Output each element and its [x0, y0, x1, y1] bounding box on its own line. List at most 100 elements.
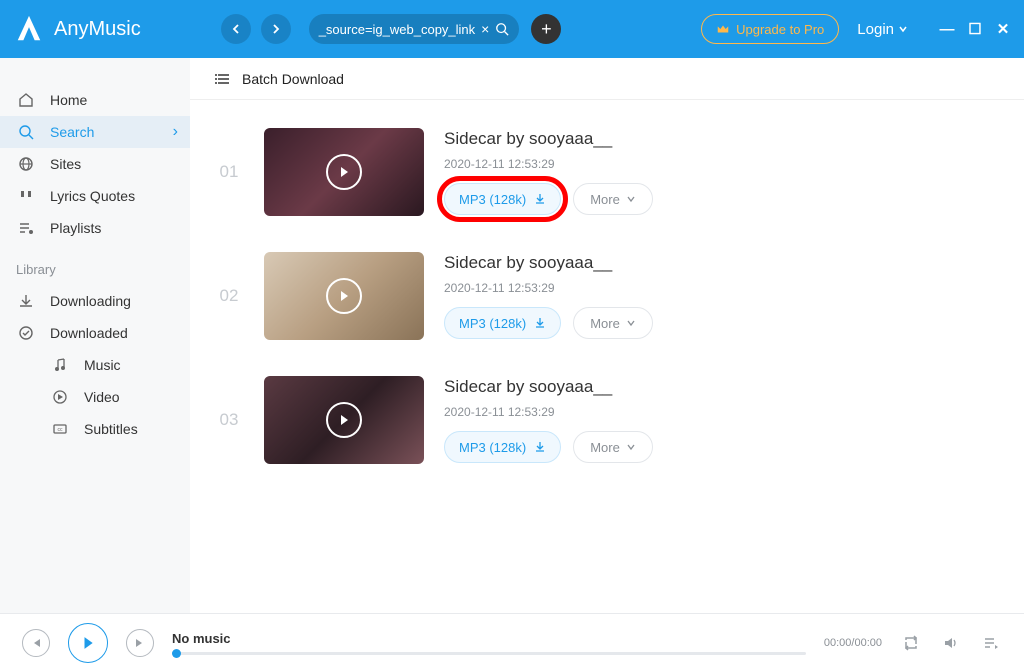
app-name: AnyMusic — [54, 18, 141, 41]
sidebar-item-label: Sites — [50, 156, 81, 172]
sidebar-item-label: Downloaded — [50, 325, 128, 341]
download-icon — [534, 317, 546, 329]
add-button[interactable]: + — [531, 14, 561, 44]
result-title: Sidecar by sooyaaa__ — [444, 377, 1000, 397]
prev-track-button[interactable] — [22, 629, 50, 657]
download-icon — [534, 193, 546, 205]
repeat-button[interactable] — [900, 634, 922, 652]
sidebar-item-downloading[interactable]: Downloading — [0, 285, 190, 317]
sidebar-item-label: Subtitles — [84, 421, 138, 437]
progress-bar[interactable] — [172, 652, 806, 655]
more-button[interactable]: More — [573, 307, 653, 339]
player-time: 00:00/00:00 — [824, 637, 882, 649]
play-overlay-icon — [326, 402, 362, 438]
sidebar-item-search[interactable]: Search — [0, 116, 190, 148]
quote-icon — [16, 186, 36, 206]
globe-icon — [16, 154, 36, 174]
play-overlay-icon — [326, 278, 362, 314]
sidebar-item-label: Music — [84, 357, 121, 373]
titlebar: AnyMusic _source=ig_web_copy_link × + Up… — [0, 0, 1024, 58]
progress-handle[interactable] — [172, 649, 181, 658]
result-title: Sidecar by sooyaaa__ — [444, 253, 1000, 273]
cc-icon: cc — [50, 419, 70, 439]
player-info: No music — [172, 631, 806, 655]
result-title: Sidecar by sooyaaa__ — [444, 129, 1000, 149]
mp3-download-button[interactable]: MP3 (128k) — [444, 183, 561, 215]
chevron-down-icon — [898, 24, 908, 34]
result-date: 2020-12-11 12:53:29 — [444, 281, 1000, 295]
sidebar-item-label: Search — [50, 124, 94, 140]
more-button[interactable]: More — [573, 431, 653, 463]
mp3-download-button[interactable]: MP3 (128k) — [444, 307, 561, 339]
nav-back-button[interactable] — [221, 14, 251, 44]
nav-forward-button[interactable] — [261, 14, 291, 44]
thumbnail[interactable] — [264, 128, 424, 216]
library-section-label: Library — [0, 244, 190, 285]
minimize-button[interactable]: — — [940, 22, 954, 36]
search-icon — [16, 122, 36, 142]
result-row: 01 Sidecar by sooyaaa__ 2020-12-11 12:53… — [214, 110, 1000, 234]
upgrade-button[interactable]: Upgrade to Pro — [701, 14, 839, 44]
login-button[interactable]: Login — [857, 21, 908, 38]
result-date: 2020-12-11 12:53:29 — [444, 157, 1000, 171]
sidebar-item-lyrics[interactable]: Lyrics Quotes — [0, 180, 190, 212]
mp3-download-button[interactable]: MP3 (128k) — [444, 431, 561, 463]
play-overlay-icon — [326, 154, 362, 190]
check-circle-icon — [16, 323, 36, 343]
thumbnail[interactable] — [264, 376, 424, 464]
row-number: 01 — [214, 162, 244, 182]
more-button[interactable]: More — [573, 183, 653, 215]
sidebar-item-sites[interactable]: Sites — [0, 148, 190, 180]
sidebar: Home Search Sites Lyrics Quotes Playlist… — [0, 58, 190, 613]
sidebar-item-label: Lyrics Quotes — [50, 188, 135, 204]
logo-icon — [14, 14, 44, 44]
result-row: 02 Sidecar by sooyaaa__ 2020-12-11 12:53… — [214, 234, 1000, 358]
sidebar-sub-music[interactable]: Music — [0, 349, 190, 381]
close-button[interactable]: ✕ — [996, 22, 1010, 36]
thumbnail[interactable] — [264, 252, 424, 340]
result-row: 03 Sidecar by sooyaaa__ 2020-12-11 12:53… — [214, 358, 1000, 482]
sidebar-item-label: Playlists — [50, 220, 101, 236]
play-button[interactable] — [68, 623, 108, 663]
sidebar-item-playlists[interactable]: Playlists — [0, 212, 190, 244]
download-icon — [16, 291, 36, 311]
next-track-button[interactable] — [126, 629, 154, 657]
window-controls: — ☐ ✕ — [940, 22, 1010, 36]
now-playing-title: No music — [172, 631, 806, 646]
sidebar-item-label: Home — [50, 92, 87, 108]
chevron-down-icon — [626, 318, 636, 328]
home-icon — [16, 90, 36, 110]
sidebar-item-label: Downloading — [50, 293, 131, 309]
chevron-down-icon — [626, 194, 636, 204]
search-text: _source=ig_web_copy_link — [319, 22, 475, 37]
batch-download-bar[interactable]: Batch Download — [190, 58, 1024, 100]
crown-icon — [716, 22, 730, 36]
row-number: 03 — [214, 410, 244, 430]
svg-text:cc: cc — [58, 427, 64, 433]
search-pill[interactable]: _source=ig_web_copy_link × — [309, 14, 520, 44]
player-bar: No music 00:00/00:00 — [0, 613, 1024, 671]
nav-arrows — [221, 14, 291, 44]
volume-button[interactable] — [940, 634, 962, 652]
search-clear-icon[interactable]: × — [481, 21, 489, 37]
row-number: 02 — [214, 286, 244, 306]
sidebar-item-downloaded[interactable]: Downloaded — [0, 317, 190, 349]
result-date: 2020-12-11 12:53:29 — [444, 405, 1000, 419]
sidebar-sub-video[interactable]: Video — [0, 381, 190, 413]
list-icon — [214, 70, 232, 88]
chevron-down-icon — [626, 442, 636, 452]
maximize-button[interactable]: ☐ — [968, 22, 982, 36]
results-list: 01 Sidecar by sooyaaa__ 2020-12-11 12:53… — [190, 100, 1024, 492]
sidebar-item-label: Video — [84, 389, 120, 405]
batch-label: Batch Download — [242, 71, 344, 87]
sidebar-sub-subtitles[interactable]: cc Subtitles — [0, 413, 190, 445]
sidebar-item-home[interactable]: Home — [0, 84, 190, 116]
video-icon — [50, 387, 70, 407]
playlist-icon — [16, 218, 36, 238]
music-icon — [50, 355, 70, 375]
queue-button[interactable] — [980, 634, 1002, 652]
search-icon[interactable] — [495, 22, 509, 36]
main-panel: Batch Download 01 Sidecar by sooyaaa__ 2… — [190, 58, 1024, 613]
app-logo: AnyMusic — [14, 14, 141, 44]
download-icon — [534, 441, 546, 453]
